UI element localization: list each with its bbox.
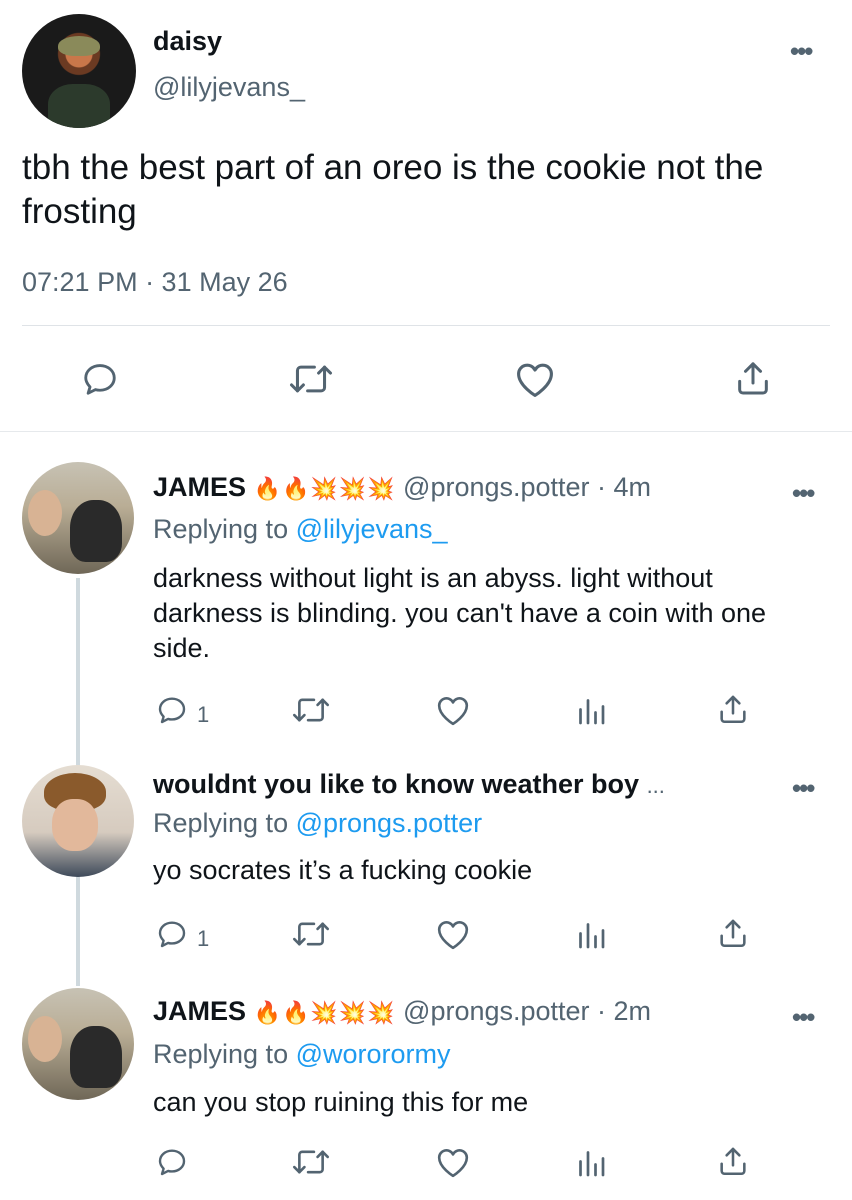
replying-to-link[interactable]: @prongs.potter [296,808,483,838]
more-options-icon[interactable]: ••• [792,773,815,804]
avatar[interactable] [22,462,134,574]
reply-count: 1 [197,702,210,727]
name-truncation: ... [646,773,665,798]
divider [22,325,830,326]
avatar[interactable] [22,14,136,128]
reply-icon[interactable] [155,1146,189,1178]
like-icon[interactable] [435,1146,471,1178]
handle-timestamp[interactable]: @prongs.potter · 4m [403,472,651,502]
analytics-icon[interactable] [576,1148,606,1178]
retweet-icon[interactable] [289,360,333,398]
share-icon[interactable] [716,692,750,726]
more-options-icon[interactable]: ••• [792,1002,815,1033]
name-emojis: 🔥🔥💥💥💥 [253,476,396,501]
reply-icon[interactable] [155,694,189,726]
reply-icon[interactable] [155,918,189,950]
display-name[interactable]: daisy [153,26,222,57]
display-name[interactable]: JAMES [153,996,246,1026]
reply-header: wouldnt you like to know weather boy ... [153,769,665,800]
retweet-icon[interactable] [292,694,330,726]
like-icon[interactable] [435,694,471,726]
replying-to-link[interactable]: @lilyjevans_ [296,514,448,544]
retweet-icon[interactable] [292,1146,330,1178]
reply-text: can you stop ruining this for me [153,1087,529,1117]
avatar[interactable] [22,765,134,877]
share-icon[interactable] [716,916,750,950]
section-divider [0,431,852,432]
replying-to: Replying to @lilyjevans_ [153,514,448,544]
reply-count: 1 [197,926,210,951]
reply-text: yo socrates it’s a fucking cookie [153,855,533,885]
name-emojis: 🔥🔥💥💥💥 [253,1000,396,1025]
reply-text: darkness without light is an abyss. ligh… [153,563,767,663]
display-name[interactable]: wouldnt you like to know weather boy [153,769,639,799]
analytics-icon[interactable] [576,920,606,950]
user-handle[interactable]: @lilyjevans_ [153,72,305,103]
analytics-icon[interactable] [576,696,606,726]
reply-header: JAMES 🔥🔥💥💥💥 @prongs.potter · 2m [153,996,651,1027]
tweet-timestamp: 07:21 PM · 31 May 26 [22,267,288,297]
more-options-icon[interactable]: ••• [792,478,815,509]
avatar[interactable] [22,988,134,1100]
replying-to-link[interactable]: @wororormy [296,1039,451,1069]
reply-header: JAMES 🔥🔥💥💥💥 @prongs.potter · 4m [153,472,651,503]
like-icon[interactable] [435,918,471,950]
replying-to: Replying to @prongs.potter [153,808,483,838]
handle-timestamp[interactable]: @prongs.potter · 2m [403,996,651,1026]
share-icon[interactable] [733,358,773,398]
more-options-icon[interactable]: ••• [790,36,813,67]
retweet-icon[interactable] [292,918,330,950]
replying-to: Replying to @wororormy [153,1039,451,1069]
display-name[interactable]: JAMES [153,472,246,502]
like-icon[interactable] [514,360,556,398]
tweet-text: tbh the best part of an oreo is the cook… [22,148,764,231]
share-icon[interactable] [716,1144,750,1178]
reply-icon[interactable] [80,360,120,398]
